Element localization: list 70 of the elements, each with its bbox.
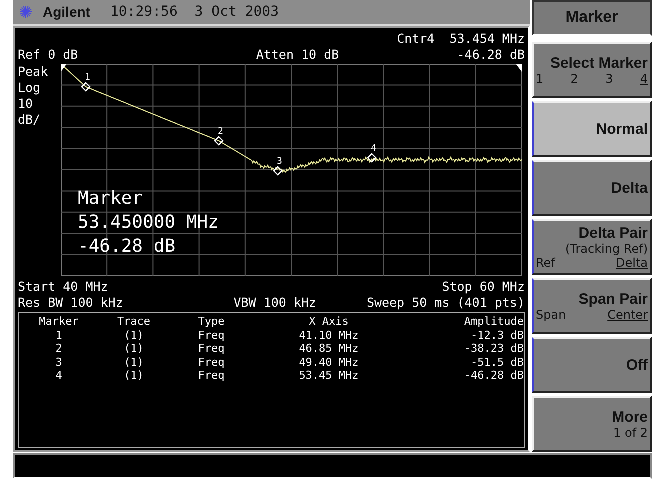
marker-diamond-icon — [273, 166, 283, 176]
table-cell-text: -12.3 dB — [470, 328, 524, 342]
column-header: X Axis — [308, 315, 350, 328]
softkey-option: Span — [536, 308, 566, 322]
softkey[interactable]: Select Marker 1 2 3 4 — [532, 42, 652, 98]
reference-level-icon — [516, 64, 522, 72]
marker-number: 4 — [371, 144, 376, 154]
reference-level: Ref 0 dB — [18, 46, 78, 62]
softkey[interactable]: More 1 of 2 — [532, 396, 652, 452]
marker-number: 1 — [85, 73, 90, 83]
table-cell-text: -38.23 dB — [463, 342, 524, 356]
table-cell-text: (1) — [123, 369, 145, 382]
table-cell-text: Freq — [197, 369, 226, 382]
table-cell-text: 49.40 MHz — [298, 356, 360, 369]
marker-diamond-icon — [214, 136, 224, 146]
table-cell-text: 1 — [54, 328, 64, 342]
date-time: 10:29:56 3 Oct 2003 — [110, 4, 280, 20]
scale-label: dB/ — [18, 112, 42, 128]
column-header: Amplitude — [463, 315, 524, 328]
table-cell-text: 4 — [54, 369, 64, 382]
brand-name: Agilent — [43, 4, 90, 20]
column-header: Type — [197, 315, 226, 328]
table-cell-text: 46.85 MHz — [298, 342, 360, 356]
softkey-option: Ref — [536, 256, 556, 270]
softkey[interactable]: Off — [532, 337, 652, 393]
softkey[interactable]: Normal — [532, 101, 652, 157]
softkey[interactable]: Span Pair Span Center — [532, 278, 652, 334]
reference-level-icon — [61, 64, 67, 72]
table-cell-text: -46.28 dB — [463, 369, 524, 382]
table-cell-text: 41.10 MHz — [298, 328, 360, 342]
marker-readout-title: Marker — [78, 187, 144, 211]
table-cell-text: 2 — [54, 342, 64, 356]
softkey-option: 2 — [570, 72, 578, 86]
menu-title: Marker — [532, 0, 652, 36]
amplitude-readout: -46.28 dB — [457, 46, 525, 62]
softkey[interactable]: Delta Pair (Tracking Ref) Ref Delta — [532, 219, 652, 275]
table-cell-text: -51.5 dB — [470, 356, 524, 369]
sweep-time: Sweep 50 ms (401 pts) — [366, 294, 525, 310]
marker-diamond-icon — [367, 153, 377, 163]
marker-diamond-icon — [81, 82, 91, 92]
table-cell-text: Freq — [197, 328, 226, 342]
column-header: Trace — [116, 315, 152, 328]
attenuation: Atten 10 dB — [256, 46, 340, 62]
table-cell-text: 53.45 MHz — [298, 369, 360, 382]
starburst-logo-icon — [19, 5, 33, 19]
softkey-option: Center — [608, 308, 648, 322]
stop-frequency: Stop 60 MHz — [442, 278, 525, 294]
center-frequency-readout: Cntr4 53.454 MHz — [397, 30, 525, 46]
softkey-option: Delta — [616, 256, 648, 270]
softkey[interactable]: Delta — [532, 160, 652, 216]
table-cell-text: (1) — [123, 342, 145, 356]
table-cell-text: (1) — [123, 328, 145, 342]
marker-number: 3 — [277, 157, 282, 167]
table-cell-text: (1) — [123, 356, 145, 369]
video-bandwidth: VBW 100 kHz — [234, 294, 317, 310]
softkey-option: 4 — [640, 72, 648, 86]
scale-label: 10 — [18, 96, 34, 112]
softkey-option: 3 — [606, 72, 614, 86]
table-cell-text: 3 — [54, 356, 64, 369]
marker-amplitude: -46.28 dB — [78, 235, 177, 259]
softkey-option: 1 — [536, 72, 544, 86]
marker-number: 2 — [218, 127, 224, 137]
column-header: Marker — [38, 315, 80, 328]
scale-label: Peak — [18, 64, 50, 80]
table-cell-text: Freq — [197, 342, 226, 356]
marker-frequency: 53.450000 MHz — [78, 211, 219, 235]
table-cell-text: Freq — [197, 356, 226, 369]
resolution-bandwidth: Res BW 100 kHz — [18, 294, 124, 310]
start-frequency: Start 40 MHz — [18, 278, 108, 294]
scale-label: Log — [18, 80, 42, 96]
